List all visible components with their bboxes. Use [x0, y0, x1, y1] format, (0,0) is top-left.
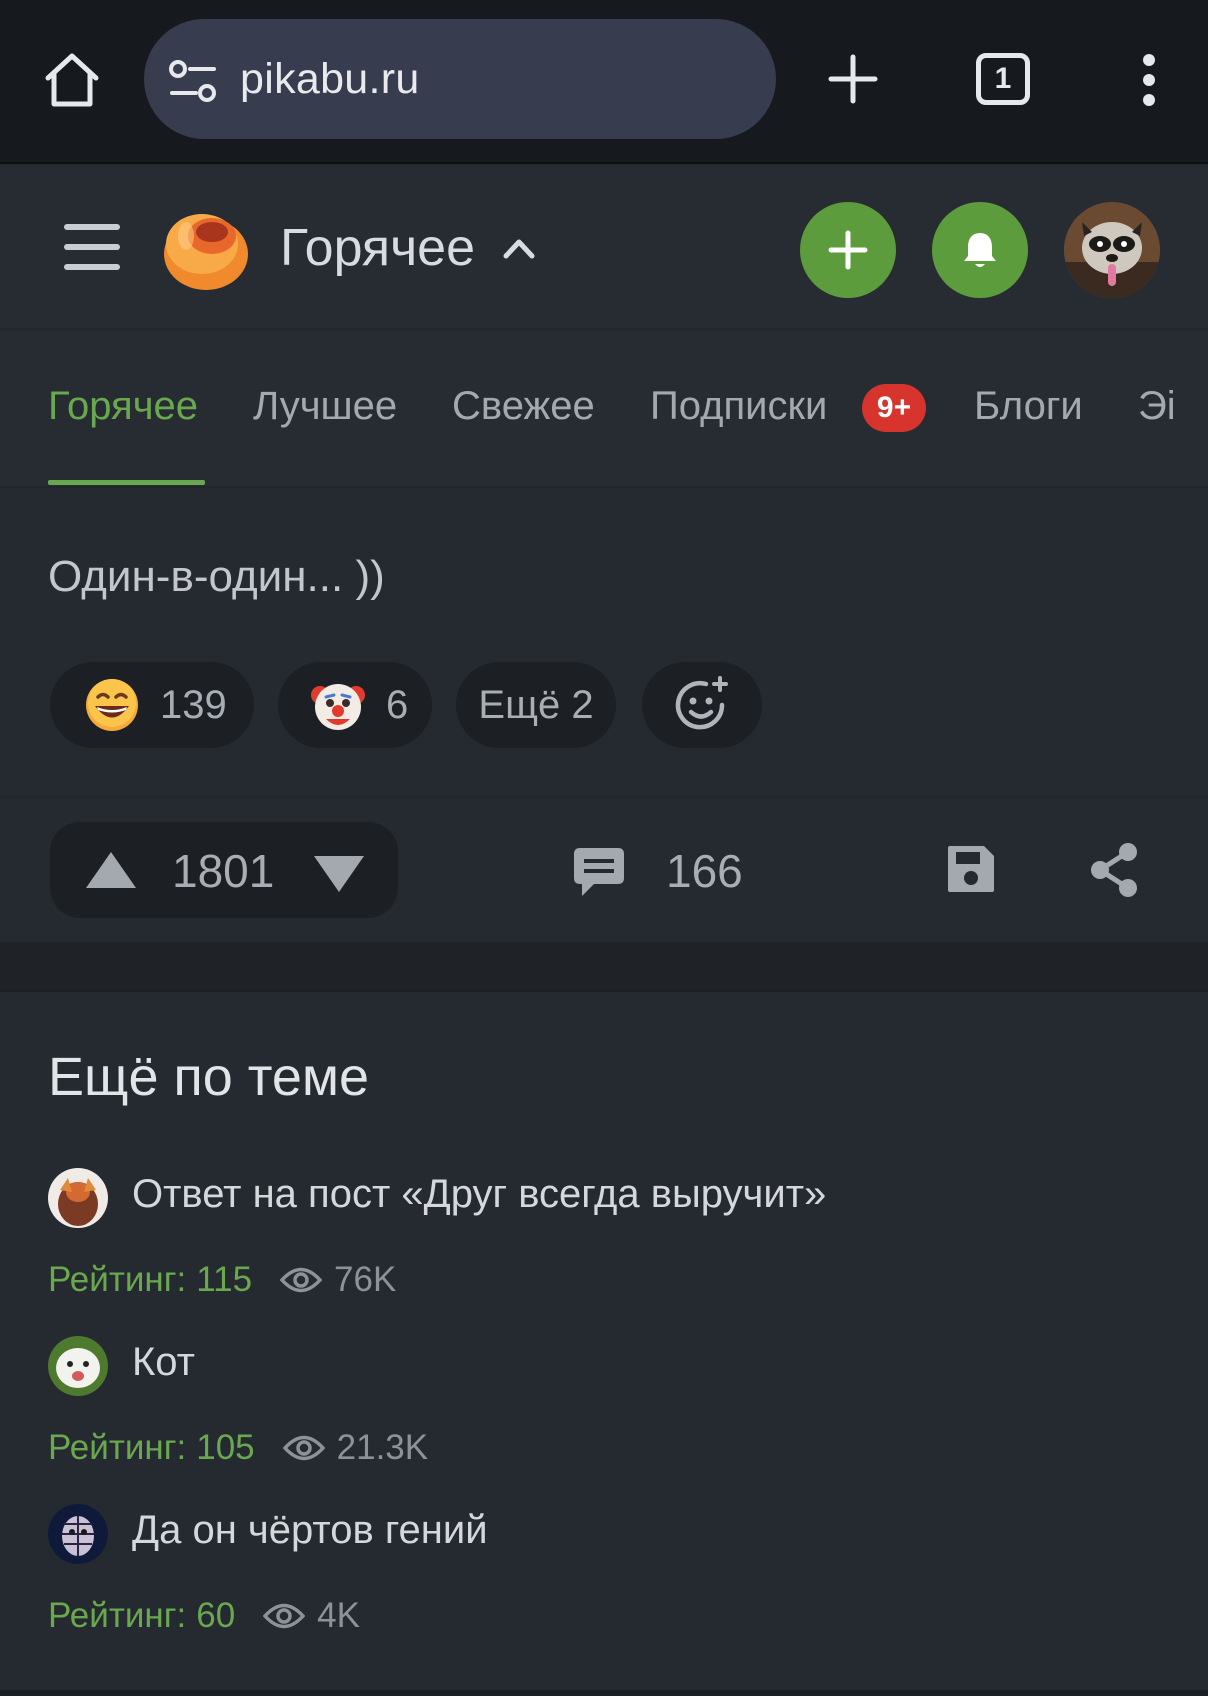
- pikabu-logo[interactable]: [162, 206, 254, 294]
- reactions-more-button[interactable]: Ещё 2: [456, 662, 616, 748]
- reaction-count: 6: [386, 682, 409, 727]
- related-title[interactable]: Кот: [132, 1340, 195, 1385]
- grinning-face-icon: [86, 679, 138, 731]
- hamburger-icon[interactable]: [64, 222, 120, 272]
- rating-value: 60: [196, 1596, 236, 1635]
- post-card: Один-в-один... )) 139 6 Ещё 2 1801 166: [0, 490, 1208, 942]
- url-text: pikabu.ru: [240, 55, 420, 103]
- address-bar[interactable]: pikabu.ru: [144, 19, 776, 139]
- site-header: Горячее: [0, 166, 1208, 330]
- add-post-button[interactable]: [800, 202, 896, 298]
- section-separator: [0, 942, 1208, 992]
- tab-count: 1: [994, 62, 1012, 95]
- more-menu-icon[interactable]: [1134, 52, 1164, 108]
- eye-icon: [263, 1603, 306, 1629]
- reaction-count: 139: [160, 682, 227, 727]
- reactions-more-label: Ещё 2: [478, 682, 594, 727]
- tab-blogs[interactable]: Блоги: [974, 384, 1083, 429]
- downvote-icon[interactable]: [312, 854, 366, 894]
- comments-icon[interactable]: [572, 844, 626, 898]
- eye-icon: [280, 1267, 323, 1293]
- eye-icon: [282, 1435, 325, 1461]
- add-reaction-button[interactable]: [642, 662, 762, 748]
- avatar: [48, 1336, 108, 1396]
- post-meta: Рейтинг: 60 4K: [48, 1594, 360, 1638]
- site-settings-icon[interactable]: [168, 59, 218, 103]
- subscriptions-badge: 9+: [862, 384, 926, 432]
- active-tab-indicator: [48, 480, 205, 485]
- rating-label: Рейтинг:: [48, 1260, 187, 1299]
- avatar: [48, 1168, 108, 1228]
- post-text: Один-в-один... )): [48, 552, 385, 601]
- reaction-clown[interactable]: 6: [278, 662, 432, 748]
- tab-fresh[interactable]: Свежее: [452, 384, 595, 429]
- list-item[interactable]: Кот Рейтинг: 105 21.3K: [48, 1336, 1158, 1496]
- related-title[interactable]: Ответ на пост «Друг всегда выручит»: [132, 1172, 826, 1217]
- tab-best[interactable]: Лучшее: [253, 384, 397, 429]
- browser-toolbar: pikabu.ru 1: [0, 0, 1208, 164]
- list-item[interactable]: Ответ на пост «Друг всегда выручит» Рейт…: [48, 1168, 1158, 1328]
- post-divider: [0, 796, 1208, 798]
- tab-switcher-button[interactable]: 1: [976, 53, 1030, 105]
- rating-value: 105: [196, 1428, 255, 1467]
- post-meta: Рейтинг: 105 21.3K: [48, 1426, 428, 1470]
- related-title[interactable]: Да он чёртов гений: [132, 1508, 488, 1553]
- reaction-grinning[interactable]: 139: [50, 662, 254, 748]
- views-count: 4K: [317, 1596, 360, 1635]
- new-tab-icon[interactable]: [828, 54, 878, 104]
- avatar: [48, 1504, 108, 1564]
- avatar[interactable]: [1064, 202, 1160, 298]
- share-icon[interactable]: [1088, 842, 1140, 898]
- tab-more-cut[interactable]: Эі: [1138, 384, 1174, 429]
- caret-up-icon[interactable]: [502, 236, 536, 260]
- vote-box: 1801: [50, 822, 398, 918]
- bell-icon: [964, 233, 996, 267]
- post-rating: 1801: [172, 845, 275, 897]
- bottom-divider: [0, 1690, 1208, 1696]
- rating-label: Рейтинг:: [48, 1428, 187, 1467]
- tab-hot[interactable]: Горячее: [48, 384, 198, 429]
- views-count: 76K: [334, 1260, 397, 1299]
- save-icon[interactable]: [946, 844, 996, 894]
- views-count: 21.3K: [336, 1428, 429, 1467]
- tab-subscriptions[interactable]: Подписки: [650, 384, 827, 429]
- clown-face-icon: [311, 684, 365, 730]
- home-icon[interactable]: [42, 50, 102, 110]
- rating-value: 115: [196, 1260, 253, 1299]
- related-heading: Ещё по теме: [48, 1047, 370, 1107]
- add-reaction-icon: [675, 676, 728, 730]
- list-item[interactable]: Да он чёртов гений Рейтинг: 60 4K: [48, 1504, 1158, 1664]
- comments-count[interactable]: 166: [666, 844, 743, 898]
- post-meta: Рейтинг: 115 76K: [48, 1258, 396, 1302]
- related-posts: Ещё по теме Ответ на пост «Друг всегда в…: [0, 994, 1208, 1696]
- plus-icon: [828, 230, 868, 270]
- rating-label: Рейтинг:: [48, 1596, 187, 1635]
- upvote-icon[interactable]: [84, 850, 138, 890]
- page-title[interactable]: Горячее: [280, 218, 475, 278]
- notifications-button[interactable]: [932, 202, 1028, 298]
- feed-tabs: Горячее Лучшее Свежее Подписки 9+ Блоги …: [0, 332, 1208, 488]
- raccoon-avatar-image: [1064, 202, 1160, 298]
